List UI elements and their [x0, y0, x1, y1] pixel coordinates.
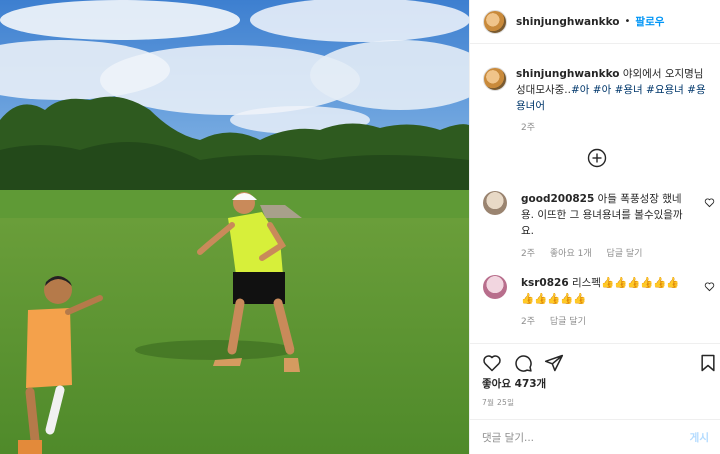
post-date: 7월 25일 [482, 398, 515, 407]
post-sidebar: shinjunghwankko • 팔로우 shinjunghwankko 야외… [469, 0, 720, 454]
heart-icon[interactable] [482, 353, 502, 373]
commenter-username[interactable]: good200825 [521, 193, 594, 205]
separator-dot: • [624, 16, 631, 27]
bookmark-icon[interactable] [698, 353, 718, 373]
comment-body: ksr0826 리스펙👍👍👍👍👍👍👍👍👍👍👍 2주 답글 달기 [521, 275, 691, 330]
reply-button[interactable]: 답글 달기 [550, 317, 586, 327]
caption-avatar[interactable] [483, 67, 507, 91]
author-username[interactable]: shinjunghwankko [516, 16, 620, 28]
commenter-avatar[interactable] [483, 191, 507, 215]
comment-time: 2주 [521, 249, 536, 259]
commenter-avatar[interactable] [483, 275, 507, 299]
load-more-comments-button[interactable] [587, 148, 607, 168]
heart-icon[interactable] [704, 281, 715, 292]
comment-likes[interactable]: 좋아요 1개 [550, 249, 592, 259]
comment-input[interactable]: 댓글 달기... [482, 430, 690, 445]
caption-time: 2주 [521, 123, 536, 133]
comment-body: good200825 아들 폭풍성장 했네용. 이뜨한 그 용녀용녀를 볼수있을… [521, 191, 691, 262]
comment-meta: 2주 좋아요 1개 답글 달기 [521, 246, 691, 262]
heart-icon[interactable] [704, 197, 715, 208]
caption-body: shinjunghwankko 야외에서 오지명님 성대모사중..#아 #아 #… [516, 66, 711, 114]
commenter-username[interactable]: ksr0826 [521, 277, 569, 289]
comment-meta: 2주 답글 달기 [521, 314, 691, 330]
post-caption: shinjunghwankko 야외에서 오지명님 성대모사중..#아 #아 #… [483, 66, 715, 114]
post-photo[interactable] [0, 0, 469, 454]
comment-item: ksr0826 리스펙👍👍👍👍👍👍👍👍👍👍👍 2주 답글 달기 [483, 275, 715, 330]
likes-count[interactable]: 좋아요 473개 [482, 376, 546, 391]
post-header: shinjunghwankko • 팔로우 [470, 0, 720, 44]
follow-button[interactable]: 팔로우 [635, 14, 664, 29]
plus-circle-icon [587, 148, 607, 168]
comment-time: 2주 [521, 317, 536, 327]
post-image [0, 0, 469, 454]
comment-item: good200825 아들 폭풍성장 했네용. 이뜨한 그 용녀용녀를 볼수있을… [483, 191, 715, 262]
author-avatar[interactable] [483, 9, 507, 34]
caption-username[interactable]: shinjunghwankko [516, 68, 620, 80]
comment-icon[interactable] [513, 353, 533, 373]
reply-button[interactable]: 답글 달기 [606, 249, 642, 259]
send-icon[interactable] [544, 353, 564, 373]
post-comment-button[interactable]: 게시 [690, 430, 709, 445]
add-comment-bar: 댓글 달기... 게시 [470, 419, 720, 454]
